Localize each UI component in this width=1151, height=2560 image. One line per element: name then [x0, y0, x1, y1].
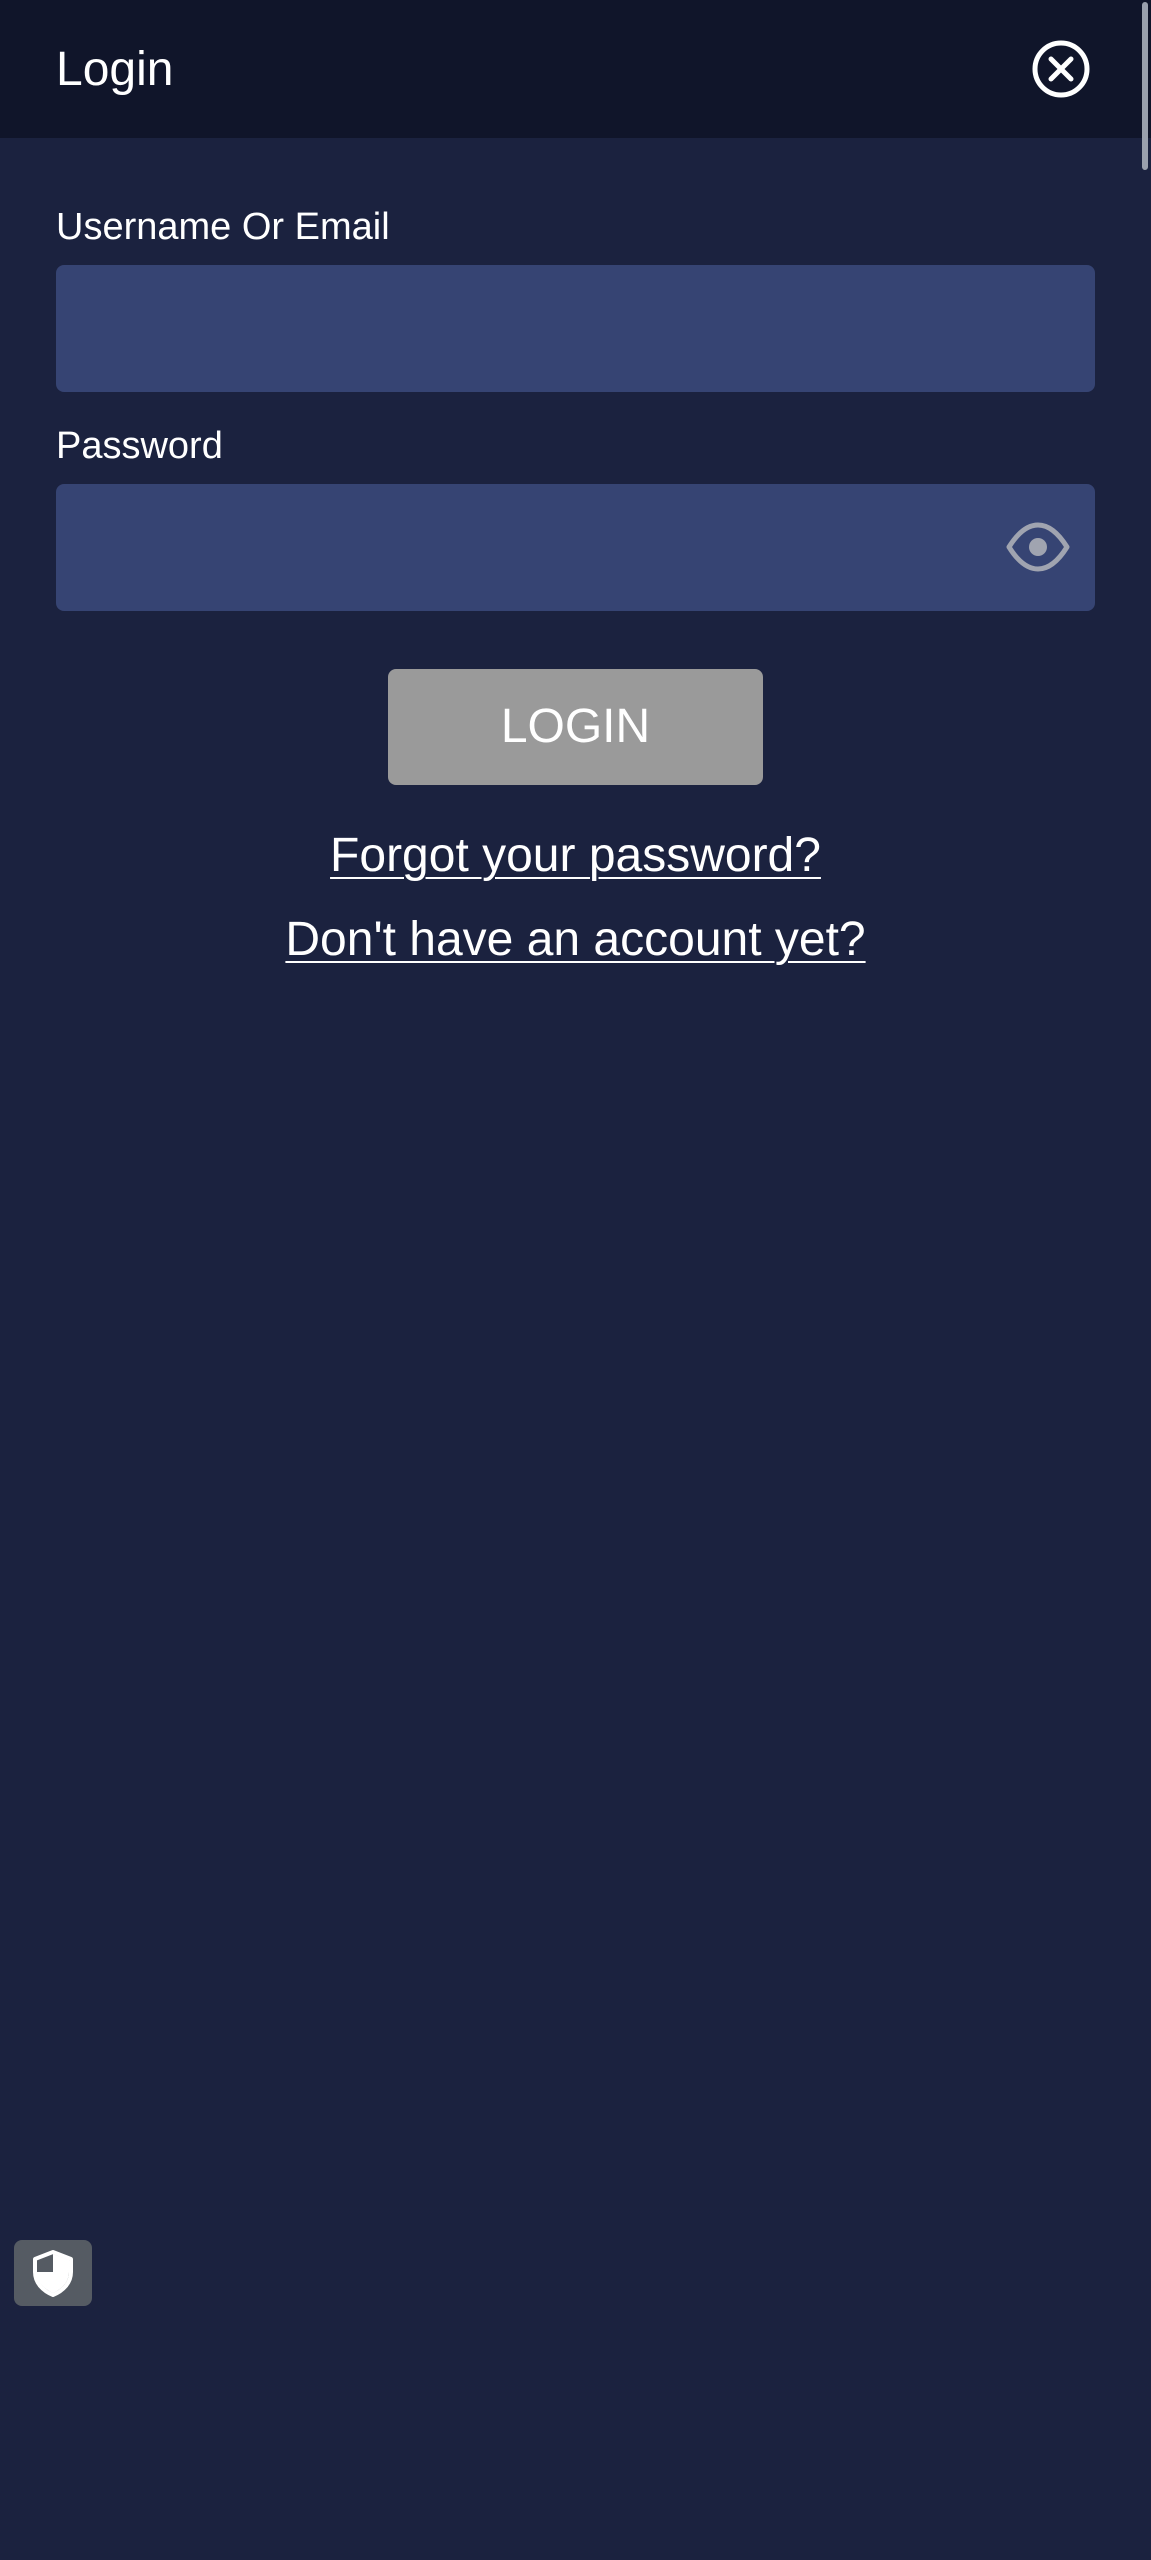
- page-title: Login: [56, 43, 174, 96]
- password-field-container: [56, 484, 1095, 611]
- password-label: Password: [56, 425, 223, 467]
- forgot-password-link[interactable]: Forgot your password?: [330, 829, 821, 882]
- login-button[interactable]: LOGIN: [388, 669, 763, 785]
- login-page: Login Username Or Email Password LOGIN F…: [0, 0, 1151, 2560]
- scrollbar-thumb[interactable]: [1142, 2, 1148, 170]
- forgot-password-link-row: Forgot your password?: [0, 826, 1151, 886]
- username-email-input[interactable]: [56, 265, 1095, 392]
- eye-icon: [1006, 522, 1070, 572]
- close-button[interactable]: [1030, 38, 1092, 100]
- shield-icon: [33, 2250, 73, 2297]
- header-bar: Login: [0, 0, 1151, 138]
- register-link-row: Don't have an account yet?: [0, 910, 1151, 970]
- username-field-container: [56, 265, 1095, 392]
- password-input[interactable]: [56, 484, 1095, 611]
- privacy-shield-button[interactable]: [14, 2240, 92, 2306]
- username-label: Username Or Email: [56, 206, 390, 248]
- register-link[interactable]: Don't have an account yet?: [285, 913, 865, 966]
- close-circle-icon: [1032, 40, 1090, 98]
- scrollbar[interactable]: [1137, 0, 1151, 2560]
- show-password-toggle[interactable]: [1005, 514, 1071, 580]
